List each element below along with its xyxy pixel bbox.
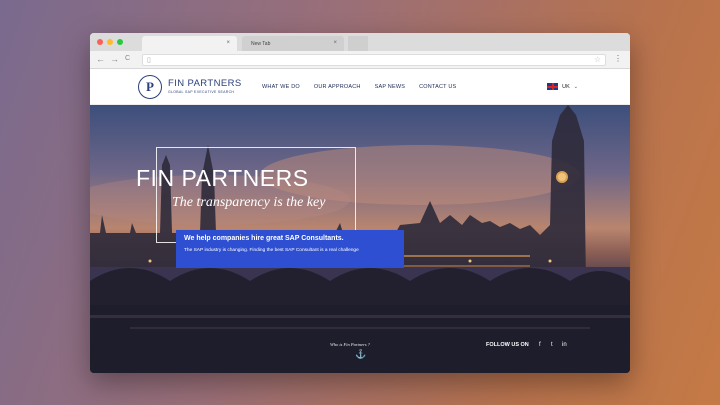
main-nav: WHAT WE DO OUR APPROACH SAP NEWS CONTACT… xyxy=(262,84,456,90)
hero-title: FIN PARTNERS xyxy=(136,165,309,191)
reload-icon[interactable]: C xyxy=(125,55,130,62)
nav-contact-us[interactable]: CONTACT US xyxy=(419,84,456,90)
nav-our-approach[interactable]: OUR APPROACH xyxy=(314,84,361,90)
brand[interactable]: FIN PARTNERS GLOBAL SAP EXECUTIVE SEARCH xyxy=(168,78,242,94)
info-body: The SAP industry is changing. Finding th… xyxy=(184,248,359,253)
window-controls xyxy=(97,39,123,45)
tab-close-icon[interactable]: × xyxy=(226,40,230,46)
new-tab-button[interactable] xyxy=(348,36,368,51)
minimize-window-button[interactable] xyxy=(107,39,113,45)
info-heading: We help companies hire great SAP Consult… xyxy=(184,235,344,242)
site-header: P FIN PARTNERS GLOBAL SAP EXECUTIVE SEAR… xyxy=(90,69,630,105)
browser-menu-icon[interactable]: ⋮ xyxy=(614,54,622,63)
language-selector[interactable]: UK ⌄ xyxy=(547,83,578,90)
page-icon: ▯ xyxy=(147,57,151,64)
hero-info-box: We help companies hire great SAP Consult… xyxy=(176,230,404,268)
nav-sap-news[interactable]: SAP NEWS xyxy=(375,84,406,90)
facebook-icon[interactable]: f xyxy=(539,342,541,348)
anchor-icon[interactable]: ⚓ xyxy=(355,349,366,360)
brand-tagline: GLOBAL SAP EXECUTIVE SEARCH xyxy=(168,90,235,94)
tab-new[interactable]: New Tab × xyxy=(242,36,344,51)
back-icon[interactable]: ← xyxy=(96,54,105,64)
tab-label: New Tab xyxy=(251,41,271,47)
language-label: UK xyxy=(562,83,570,90)
who-is-link[interactable]: Who is Fin Partners ? xyxy=(330,342,370,347)
brand-name: FIN PARTNERS xyxy=(168,78,242,89)
tab-active[interactable]: × xyxy=(142,36,237,51)
chevron-down-icon: ⌄ xyxy=(573,83,578,90)
linkedin-icon[interactable]: in xyxy=(562,342,567,348)
maximize-window-button[interactable] xyxy=(117,39,123,45)
tab-bar: × New Tab × xyxy=(90,33,630,51)
address-bar[interactable]: ▯ ☆ xyxy=(142,54,606,66)
logo-icon[interactable]: P xyxy=(138,75,162,99)
uk-flag-icon xyxy=(547,83,559,90)
tab-close-icon[interactable]: × xyxy=(333,40,337,46)
bookmark-star-icon[interactable]: ☆ xyxy=(594,55,601,64)
close-window-button[interactable] xyxy=(97,39,103,45)
hero-section: FIN PARTNERS The transparency is the key… xyxy=(90,105,630,373)
nav-what-we-do[interactable]: WHAT WE DO xyxy=(262,84,300,90)
browser-toolbar: ← → C ▯ ☆ ⋮ xyxy=(90,51,630,69)
forward-icon[interactable]: → xyxy=(110,54,119,64)
browser-window: × New Tab × ← → C ▯ ☆ ⋮ P FIN PARTNERS G… xyxy=(90,33,630,373)
twitter-icon[interactable]: t xyxy=(551,342,553,348)
follow-us-label: FOLLOW US ON xyxy=(486,342,529,348)
hero-subtitle: The transparency is the key xyxy=(172,195,326,210)
